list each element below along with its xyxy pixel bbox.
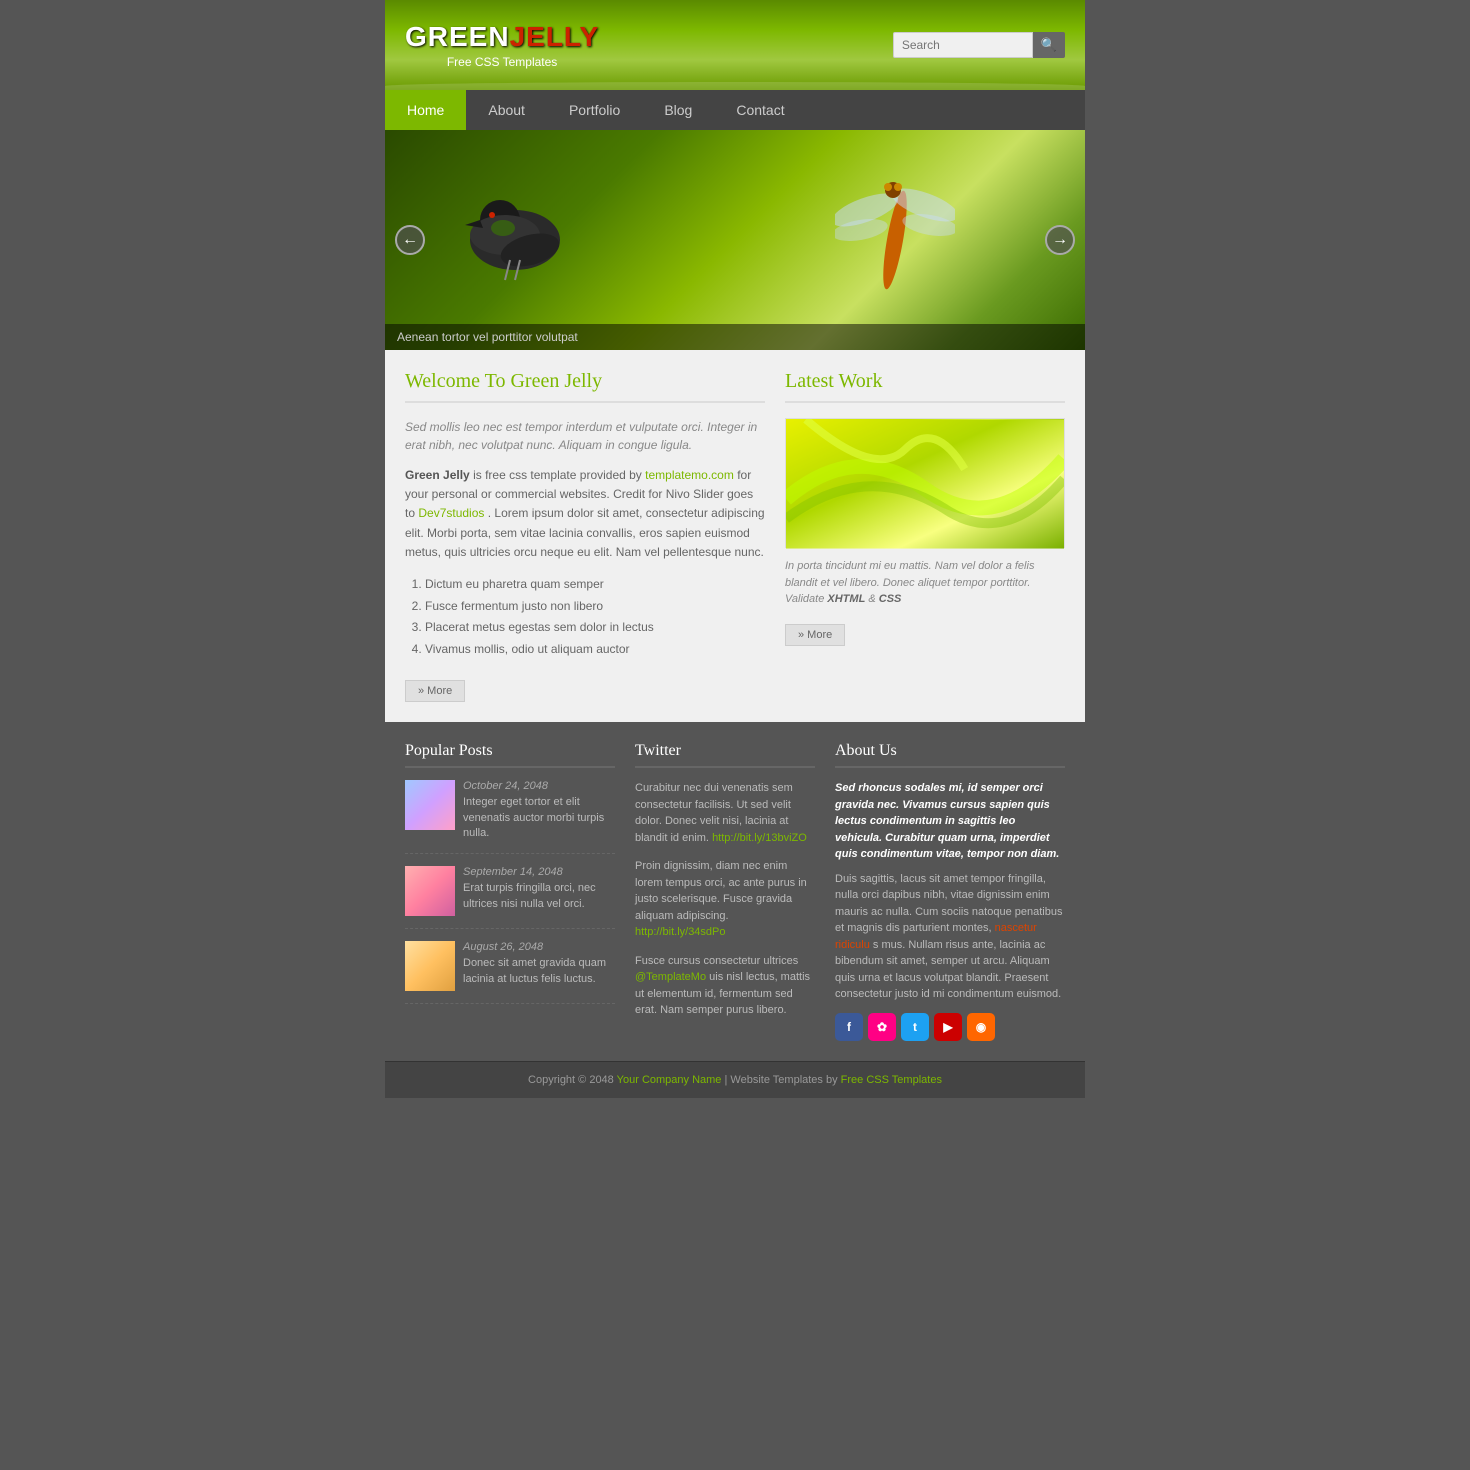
youtube-icon[interactable]: ▶ xyxy=(934,1013,962,1041)
about-para1: Sed rhoncus sodales mi, id semper orci g… xyxy=(835,780,1065,863)
nav-contact[interactable]: Contact xyxy=(714,90,806,130)
slider-caption: Aenean tortor vel porttitor volutpat xyxy=(385,324,1085,350)
post-thumbnail xyxy=(405,941,455,991)
brand-name: Green Jelly xyxy=(405,468,470,482)
post-text: Donec sit amet gravida quam lacinia at l… xyxy=(463,956,615,987)
welcome-section: Welcome To Green Jelly Sed mollis leo ne… xyxy=(405,370,765,702)
welcome-body1: is free css template provided by xyxy=(473,468,642,482)
nav: Home About Portfolio Blog Contact xyxy=(385,90,1085,130)
tweet-link[interactable]: http://bit.ly/34sdPo xyxy=(635,926,726,938)
about-para2: Duis sagittis, lacus sit amet tempor fri… xyxy=(835,871,1065,1003)
post-item: October 24, 2048 Integer eget tortor et … xyxy=(405,780,615,854)
post-text: Integer eget tortor et elit venenatis au… xyxy=(463,795,615,841)
latest-work-title: Latest Work xyxy=(785,370,1065,403)
xhtml-label: XHTML xyxy=(827,593,865,605)
footer-templates-link[interactable]: Free CSS Templates xyxy=(841,1074,942,1086)
popular-posts-section: Popular Posts October 24, 2048 Integer e… xyxy=(405,742,615,1041)
nav-portfolio[interactable]: Portfolio xyxy=(547,90,642,130)
list-item: Fusce fermentum justo non libero xyxy=(425,596,765,618)
twitter-icon[interactable]: t xyxy=(901,1013,929,1041)
slider-next-button[interactable]: → xyxy=(1045,225,1075,255)
twitter-title: Twitter xyxy=(635,742,815,768)
flickr-icon[interactable]: ✿ xyxy=(868,1013,896,1041)
hero-slider: ← → Aenean tortor vel porttitor volutpat xyxy=(385,130,1085,350)
search-input[interactable] xyxy=(893,32,1033,58)
work-caption: In porta tincidunt mi eu mattis. Nam vel… xyxy=(785,558,1065,608)
popular-posts-title: Popular Posts xyxy=(405,742,615,768)
post-thumbnail xyxy=(405,866,455,916)
post-date: August 26, 2048 xyxy=(463,941,615,953)
list-item: Dictum eu pharetra quam semper xyxy=(425,574,765,596)
pigeon-image xyxy=(445,160,585,300)
footer-company-link[interactable]: Your Company Name xyxy=(617,1074,722,1086)
tweet-handle[interactable]: @TemplateMo xyxy=(635,971,706,983)
logo-subtitle: Free CSS Templates xyxy=(405,55,599,69)
post-item: September 14, 2048 Erat turpis fringilla… xyxy=(405,866,615,929)
css-label: CSS xyxy=(879,593,902,605)
templatemo-link[interactable]: templatemo.com xyxy=(645,468,734,482)
logo-jelly: JELLY xyxy=(510,21,600,52)
welcome-list: Dictum eu pharetra quam semper Fusce fer… xyxy=(425,574,765,660)
bottom-section: Popular Posts October 24, 2048 Integer e… xyxy=(385,722,1085,1061)
tweet-item: Proin dignissim, diam nec enim lorem tem… xyxy=(635,858,815,941)
welcome-body: Green Jelly is free css template provide… xyxy=(405,466,765,562)
tweet-link[interactable]: http://bit.ly/13bviZO xyxy=(712,832,807,844)
footer: Copyright © 2048 Your Company Name | Web… xyxy=(385,1061,1085,1098)
post-text: Erat turpis fringilla orci, nec ultrices… xyxy=(463,881,615,912)
footer-copyright: Copyright © 2048 xyxy=(528,1074,614,1086)
post-content: September 14, 2048 Erat turpis fringilla… xyxy=(463,866,615,916)
latest-work-section: Latest Work xyxy=(785,370,1065,702)
tweet-item: Curabitur nec dui venenatis sem consecte… xyxy=(635,780,815,846)
tweet-text: Fusce cursus consectetur ultrices xyxy=(635,955,798,967)
post-date: September 14, 2048 xyxy=(463,866,615,878)
nav-home[interactable]: Home xyxy=(385,90,466,130)
list-item: Vivamus mollis, odio ut aliquam auctor xyxy=(425,639,765,661)
dragonfly-image xyxy=(835,150,955,310)
work-caption-text: In porta tincidunt mi eu mattis. Nam vel… xyxy=(785,560,1034,605)
post-thumbnail xyxy=(405,780,455,830)
welcome-title: Welcome To Green Jelly xyxy=(405,370,765,403)
welcome-intro: Sed mollis leo nec est tempor interdum e… xyxy=(405,418,765,454)
about-us-title: About Us xyxy=(835,742,1065,768)
dev7studios-link[interactable]: Dev7studios xyxy=(418,506,484,520)
post-content: October 24, 2048 Integer eget tortor et … xyxy=(463,780,615,841)
nav-blog[interactable]: Blog xyxy=(642,90,714,130)
work-more-button[interactable]: » More xyxy=(785,624,845,646)
logo-green: GREEN xyxy=(405,21,510,52)
post-date: October 24, 2048 xyxy=(463,780,615,792)
rss-icon[interactable]: ◉ xyxy=(967,1013,995,1041)
social-icons: f ✿ t ▶ ◉ xyxy=(835,1013,1065,1041)
nav-about[interactable]: About xyxy=(466,90,547,130)
post-item: August 26, 2048 Donec sit amet gravida q… xyxy=(405,941,615,1004)
twitter-section: Twitter Curabitur nec dui venenatis sem … xyxy=(635,742,815,1041)
work-image xyxy=(785,418,1065,548)
search-button[interactable]: 🔍 xyxy=(1033,32,1065,58)
logo-text: GREENJELLY xyxy=(405,21,599,53)
search-area: 🔍 xyxy=(893,32,1065,58)
tweet-text: Proin dignissim, diam nec enim lorem tem… xyxy=(635,860,807,922)
footer-sep: | Website Templates by xyxy=(724,1074,840,1086)
logo: GREENJELLY Free CSS Templates xyxy=(405,21,599,69)
list-item: Placerat metus egestas sem dolor in lect… xyxy=(425,617,765,639)
tweet-item: Fusce cursus consectetur ultrices @Templ… xyxy=(635,953,815,1019)
facebook-icon[interactable]: f xyxy=(835,1013,863,1041)
main-content: Welcome To Green Jelly Sed mollis leo ne… xyxy=(385,350,1085,722)
about-para1-text: Sed rhoncus sodales mi, id semper orci g… xyxy=(835,782,1059,860)
post-content: August 26, 2048 Donec sit amet gravida q… xyxy=(463,941,615,991)
slider-image xyxy=(385,130,1085,350)
slider-prev-button[interactable]: ← xyxy=(395,225,425,255)
header: GREENJELLY Free CSS Templates 🔍 xyxy=(385,0,1085,90)
welcome-more-button[interactable]: » More xyxy=(405,680,465,702)
about-us-section: About Us Sed rhoncus sodales mi, id semp… xyxy=(835,742,1065,1041)
